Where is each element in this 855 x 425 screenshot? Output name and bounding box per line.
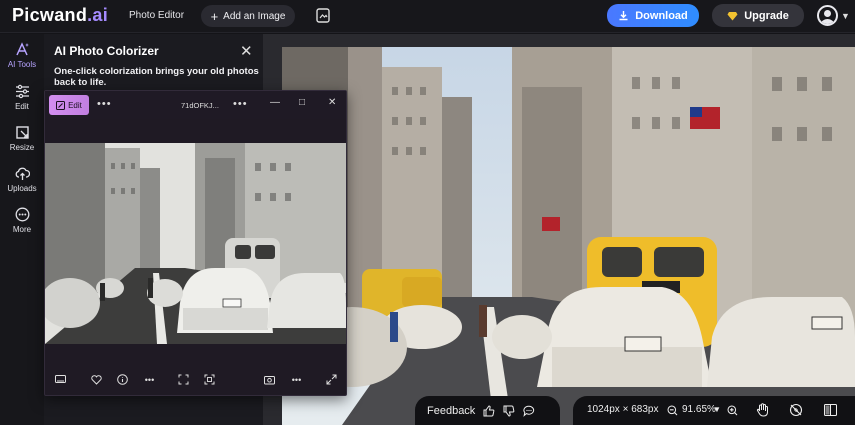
left-rail: AI Tools Edit Resize Uploads More (0, 34, 44, 425)
rail-label: Edit (15, 102, 29, 111)
add-image-label: Add an Image (223, 10, 286, 22)
more-icon (15, 207, 29, 222)
colorized-street-scene (282, 47, 855, 425)
thumbs-down-icon[interactable] (503, 405, 515, 417)
crop-icon (15, 126, 29, 139)
pencil-icon (56, 100, 66, 110)
slideshow-icon[interactable] (55, 374, 66, 385)
viewer-titlebar: Edit ••• 71dOFKJ... ••• — □ ✕ (45, 91, 346, 119)
avatar[interactable] (817, 5, 838, 26)
chat-icon[interactable] (523, 405, 535, 417)
rail-item-edit[interactable]: Edit (0, 84, 44, 122)
image-dimensions: 1024px × 683px (587, 404, 659, 415)
rail-label: AI Tools (7, 60, 37, 69)
screenshot-icon[interactable] (264, 374, 275, 385)
rail-item-uploads[interactable]: Uploads (0, 166, 44, 204)
rail-label: More (12, 225, 32, 234)
more-icon[interactable]: ••• (233, 98, 248, 110)
hand-pan-icon[interactable] (756, 403, 769, 417)
sliders-icon (15, 84, 29, 99)
colorized-photo[interactable] (282, 47, 855, 425)
compare-toggle-icon[interactable] (789, 403, 803, 417)
top-bar: Picwand.ai Photo Editor + Add an Image D… (0, 0, 855, 33)
upgrade-label: Upgrade (744, 9, 789, 22)
info-icon[interactable] (117, 374, 128, 385)
add-image-button[interactable]: + Add an Image (201, 5, 295, 27)
edit-label: Edit (68, 100, 82, 110)
original-bw-photo (45, 143, 346, 344)
rail-item-more[interactable]: More (0, 207, 44, 245)
chevron-down-icon[interactable]: ▼ (841, 11, 850, 21)
save-image-icon[interactable] (316, 8, 330, 23)
feedback-label[interactable]: Feedback (427, 405, 475, 417)
crop-select-icon[interactable] (204, 374, 215, 385)
feedback-bar: Feedback (415, 396, 560, 425)
app-logo[interactable]: Picwand.ai (12, 5, 108, 26)
maximize-icon[interactable]: □ (299, 97, 305, 108)
nav-photo-editor[interactable]: Photo Editor (129, 10, 184, 21)
rail-item-ai-tools[interactable]: AI Tools (0, 42, 44, 80)
viewer-toolbar: ••• ••• (45, 366, 346, 396)
editor-canvas (263, 34, 855, 425)
panel-title: AI Photo Colorizer (54, 44, 159, 58)
close-icon[interactable]: ✕ (328, 97, 336, 108)
viewer-filename: 71dOFKJ... (181, 101, 219, 110)
zoom-fit-icon[interactable] (178, 374, 189, 385)
bw-street-scene (45, 143, 346, 344)
panel-description: One-click colorization brings your old p… (54, 66, 259, 88)
download-label: Download (635, 9, 688, 22)
more-icon[interactable]: ••• (144, 374, 155, 385)
zoom-out-icon[interactable] (667, 405, 678, 416)
plus-icon: + (210, 8, 219, 24)
minimize-icon[interactable]: — (270, 97, 280, 108)
upgrade-button[interactable]: Upgrade (712, 4, 804, 27)
ai-tools-icon (15, 42, 29, 56)
download-icon (619, 11, 628, 21)
diamond-icon (727, 11, 738, 20)
heart-icon[interactable] (91, 374, 102, 385)
zoom-in-icon[interactable] (727, 405, 738, 416)
logo-text: Picwand (12, 5, 88, 25)
zoom-level[interactable]: 91.65% (682, 404, 716, 415)
cloud-upload-icon (15, 167, 30, 180)
logo-suffix: .ai (87, 5, 109, 25)
thumbs-up-icon[interactable] (483, 404, 495, 417)
expand-icon[interactable] (326, 374, 337, 385)
image-viewer-window[interactable]: Edit ••• 71dOFKJ... ••• — □ ✕ ••• ••• (44, 90, 347, 396)
rail-label: Resize (9, 143, 35, 152)
zoom-bar: 1024px × 683px 91.65% ▼ (573, 396, 855, 425)
split-view-icon[interactable] (824, 404, 837, 416)
viewer-edit-button[interactable]: Edit (49, 95, 89, 115)
rail-item-resize[interactable]: Resize (0, 125, 44, 163)
download-button[interactable]: Download (607, 4, 699, 27)
more-icon[interactable]: ••• (291, 374, 302, 385)
chevron-down-icon[interactable]: ▼ (713, 405, 721, 414)
close-icon[interactable]: ✕ (240, 42, 253, 60)
rail-label: Uploads (7, 184, 37, 193)
more-icon[interactable]: ••• (97, 98, 112, 110)
